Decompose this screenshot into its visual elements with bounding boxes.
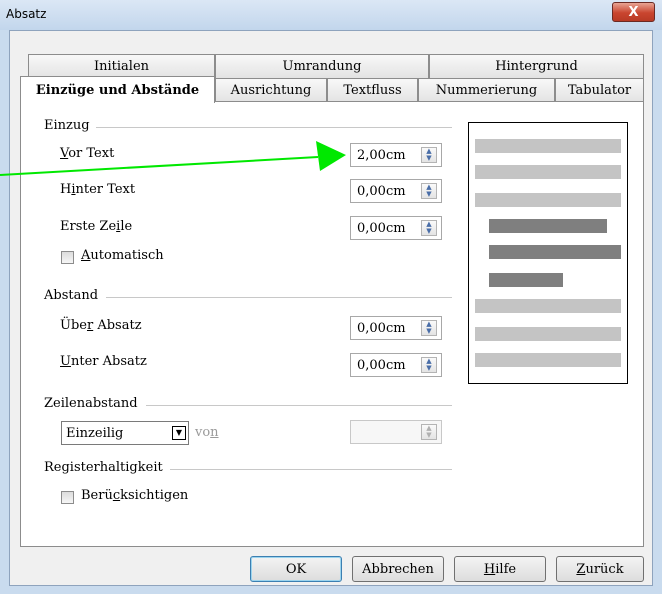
annotation-arrow-icon xyxy=(0,141,346,176)
dialog-window: Absatz X Initialen Umrandung Hintergrund… xyxy=(0,0,662,594)
